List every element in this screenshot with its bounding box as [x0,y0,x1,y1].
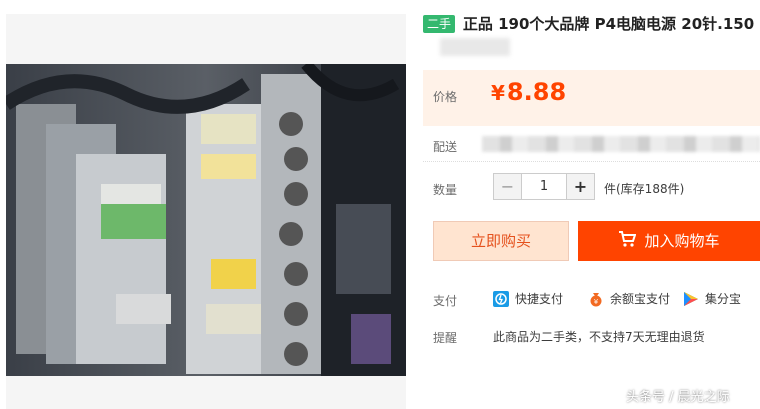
payment-label: 支付 [433,294,458,308]
price-amount: 8.88 [506,78,567,106]
source-watermark: 头条号 / 晨光之际 [626,390,730,405]
buy-now-button[interactable]: 立即购买 [433,221,569,261]
add-to-cart-label: 加入购物车 [644,232,720,250]
shipping-blurred-region[interactable] [482,136,760,152]
cart-icon [618,222,637,262]
add-to-cart-button[interactable]: 加入购物车 [578,221,760,261]
price-value: ¥8.88 [491,78,566,106]
product-photo[interactable] [6,64,406,376]
quick-pay-icon [493,290,509,307]
price-box: 价格 ¥8.88 [423,70,760,126]
divider [423,161,760,162]
stock-info: 件(库存188件) [604,182,685,196]
secondhand-tag: 二手 [423,14,456,33]
payment-method-yuebao[interactable]: ¥ 余额宝支付 [588,290,670,307]
quantity-stepper: − 1 + [493,173,595,200]
product-image-panel [6,14,406,409]
product-title: 正品 190个大品牌 P4电脑电源 20针.150 [462,15,755,33]
svg-text:¥: ¥ [594,298,599,306]
decrease-button[interactable]: − [494,174,521,199]
title-blurred-region [440,38,510,56]
product-title-row: 二手 正品 190个大品牌 P4电脑电源 20针.150 [423,13,760,37]
quantity-input[interactable]: 1 [521,174,567,199]
quantity-label: 数量 [433,183,458,197]
currency-symbol: ¥ [491,81,505,105]
notice-label: 提醒 [433,331,458,345]
payment-method-name: 集分宝 [705,292,742,306]
yuebao-icon: ¥ [588,291,604,307]
payment-method-jifenbao[interactable]: 集分宝 [683,290,741,307]
price-label: 价格 [433,90,458,104]
payment-method-quick[interactable]: 快捷支付 [493,290,563,307]
payment-method-name: 快捷支付 [515,292,564,306]
payment-method-name: 余额宝支付 [610,292,671,306]
jifenbao-icon [683,291,699,307]
return-policy-notice: 此商品为二手类，不支持7天无理由退货 [493,330,705,344]
shipping-label: 配送 [433,140,458,154]
increase-button[interactable]: + [567,174,594,199]
